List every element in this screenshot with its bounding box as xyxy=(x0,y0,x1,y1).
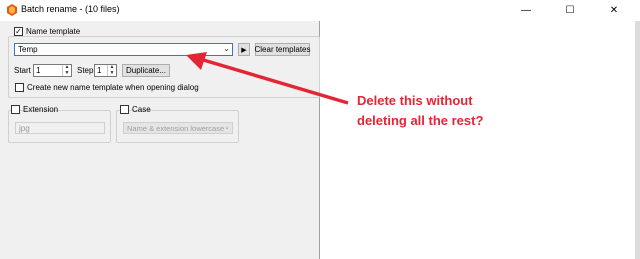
extension-input: jpg xyxy=(15,122,105,134)
annotation-line-2: deleting all the rest? xyxy=(357,113,484,128)
step-value: 1 xyxy=(97,66,102,75)
name-template-checkbox[interactable]: ✓ xyxy=(14,27,23,36)
step-spinbox[interactable]: 1 ▲ ▼ xyxy=(94,64,117,77)
preview-panel xyxy=(321,21,640,259)
close-button[interactable]: ✕ xyxy=(592,0,636,21)
extension-value: jpg xyxy=(19,124,30,133)
extension-label: Extension xyxy=(23,105,59,114)
duplicate-button[interactable]: Duplicate... xyxy=(122,64,170,77)
case-checkbox[interactable] xyxy=(120,105,129,114)
chevron-down-icon: ⌄ xyxy=(223,44,230,53)
window-title: Batch rename - (10 files) xyxy=(21,4,120,14)
minimize-icon: — xyxy=(521,5,531,16)
annotation-text: Delete this without deleting all the res… xyxy=(357,91,517,131)
name-template-value: Temp xyxy=(18,45,38,54)
checkmark-icon: ✓ xyxy=(15,26,22,36)
play-button[interactable]: ▶ xyxy=(238,43,250,56)
title-bar: Batch rename - (10 files) — ☐ ✕ xyxy=(0,0,640,21)
play-icon: ▶ xyxy=(241,46,247,54)
case-select: Name & extension lowercase ⌄ xyxy=(123,122,233,134)
maximize-icon: ☐ xyxy=(565,5,575,16)
step-label: Step xyxy=(77,66,94,75)
case-label: Case xyxy=(132,105,151,114)
minimize-button[interactable]: — xyxy=(504,0,548,21)
name-template-label: Name template xyxy=(26,27,81,36)
maximize-button[interactable]: ☐ xyxy=(548,0,592,21)
window-right-edge xyxy=(635,21,640,259)
create-new-template-label: Create new name template when opening di… xyxy=(27,83,199,92)
start-label: Start xyxy=(14,66,31,75)
start-spinbox[interactable]: 1 ▲ ▼ xyxy=(33,64,72,77)
name-template-combo[interactable]: Temp ⌄ xyxy=(14,43,233,56)
annotation-line-1: Delete this without xyxy=(357,93,473,108)
case-selected-value: Name & extension lowercase xyxy=(127,124,225,133)
start-value: 1 xyxy=(36,66,41,75)
spin-arrows-icon[interactable]: ▲ ▼ xyxy=(107,64,116,76)
batch-rename-app-icon xyxy=(7,4,17,16)
chevron-down-icon: ⌄ xyxy=(224,124,230,131)
create-new-template-checkbox[interactable] xyxy=(15,83,24,92)
clear-templates-button[interactable]: Clear templates xyxy=(254,43,311,56)
close-icon: ✕ xyxy=(609,5,619,16)
spin-arrows-icon[interactable]: ▲ ▼ xyxy=(62,64,71,76)
extension-checkbox[interactable] xyxy=(11,105,20,114)
